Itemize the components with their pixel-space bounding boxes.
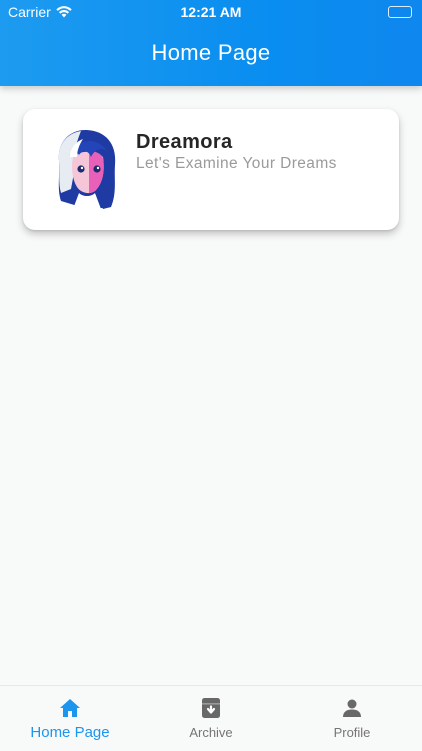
tab-profile-label: Profile xyxy=(333,725,371,740)
anime-girl-avatar-icon xyxy=(51,127,119,211)
app-info-card[interactable]: Dreamora Let's Examine Your Dreams xyxy=(23,109,399,230)
status-bar: Carrier 12:21 AM xyxy=(0,0,422,26)
tab-archive-label: Archive xyxy=(189,725,233,740)
app-bar: Carrier 12:21 AM Home Page xyxy=(0,0,422,86)
status-time: 12:21 AM xyxy=(180,4,242,20)
archive-icon xyxy=(141,696,281,720)
page-title: Home Page xyxy=(151,40,271,65)
home-icon xyxy=(0,696,140,720)
app-tagline: Let's Examine Your Dreams xyxy=(136,155,337,172)
bottom-tab-bar: Home Page Archive Profile xyxy=(0,685,422,751)
tab-home-page-label: Home Page xyxy=(30,724,110,741)
app-name: Dreamora xyxy=(136,131,233,153)
person-icon xyxy=(282,696,422,720)
tab-profile[interactable]: Profile xyxy=(282,686,422,751)
battery-icon xyxy=(388,6,412,18)
tab-home-page[interactable]: Home Page xyxy=(0,686,140,751)
tab-archive[interactable]: Archive xyxy=(141,686,281,751)
